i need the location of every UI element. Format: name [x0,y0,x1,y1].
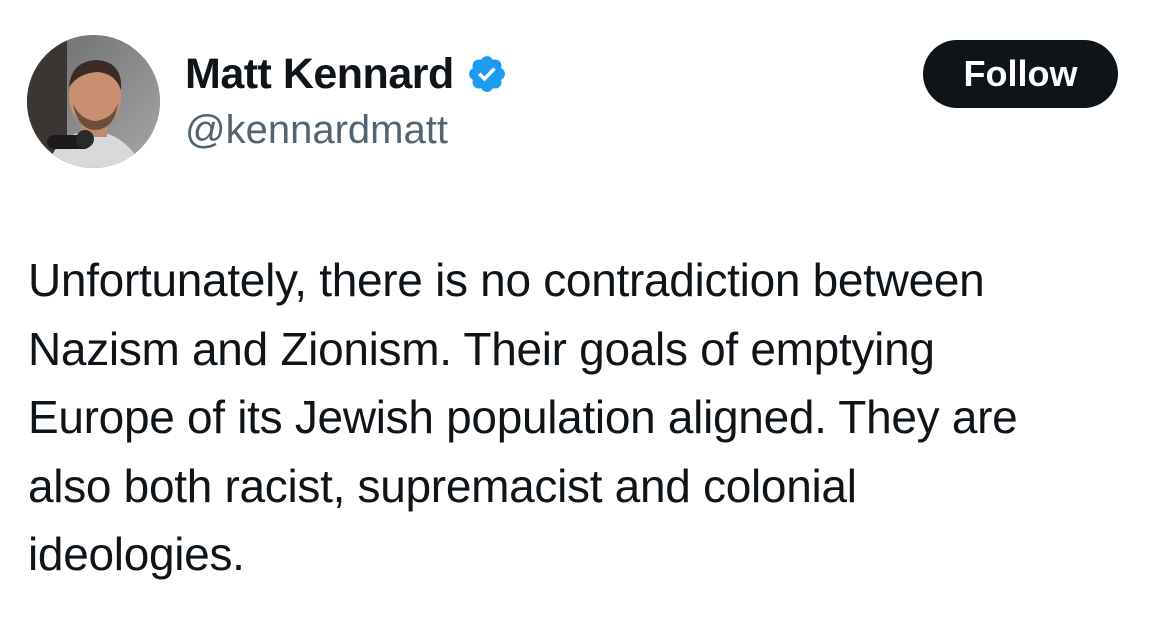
tweet-text: Unfortunately, there is no contradiction… [28,254,1018,580]
avatar-photo [27,35,160,168]
author-avatar[interactable] [27,35,160,168]
author-display-name[interactable]: Matt Kennard [185,46,454,102]
author-name-row: Matt Kennard [185,46,508,102]
verified-badge-icon[interactable] [466,53,508,95]
follow-button[interactable]: Follow [923,40,1118,108]
author-handle[interactable]: @kennardmatt [185,104,448,156]
